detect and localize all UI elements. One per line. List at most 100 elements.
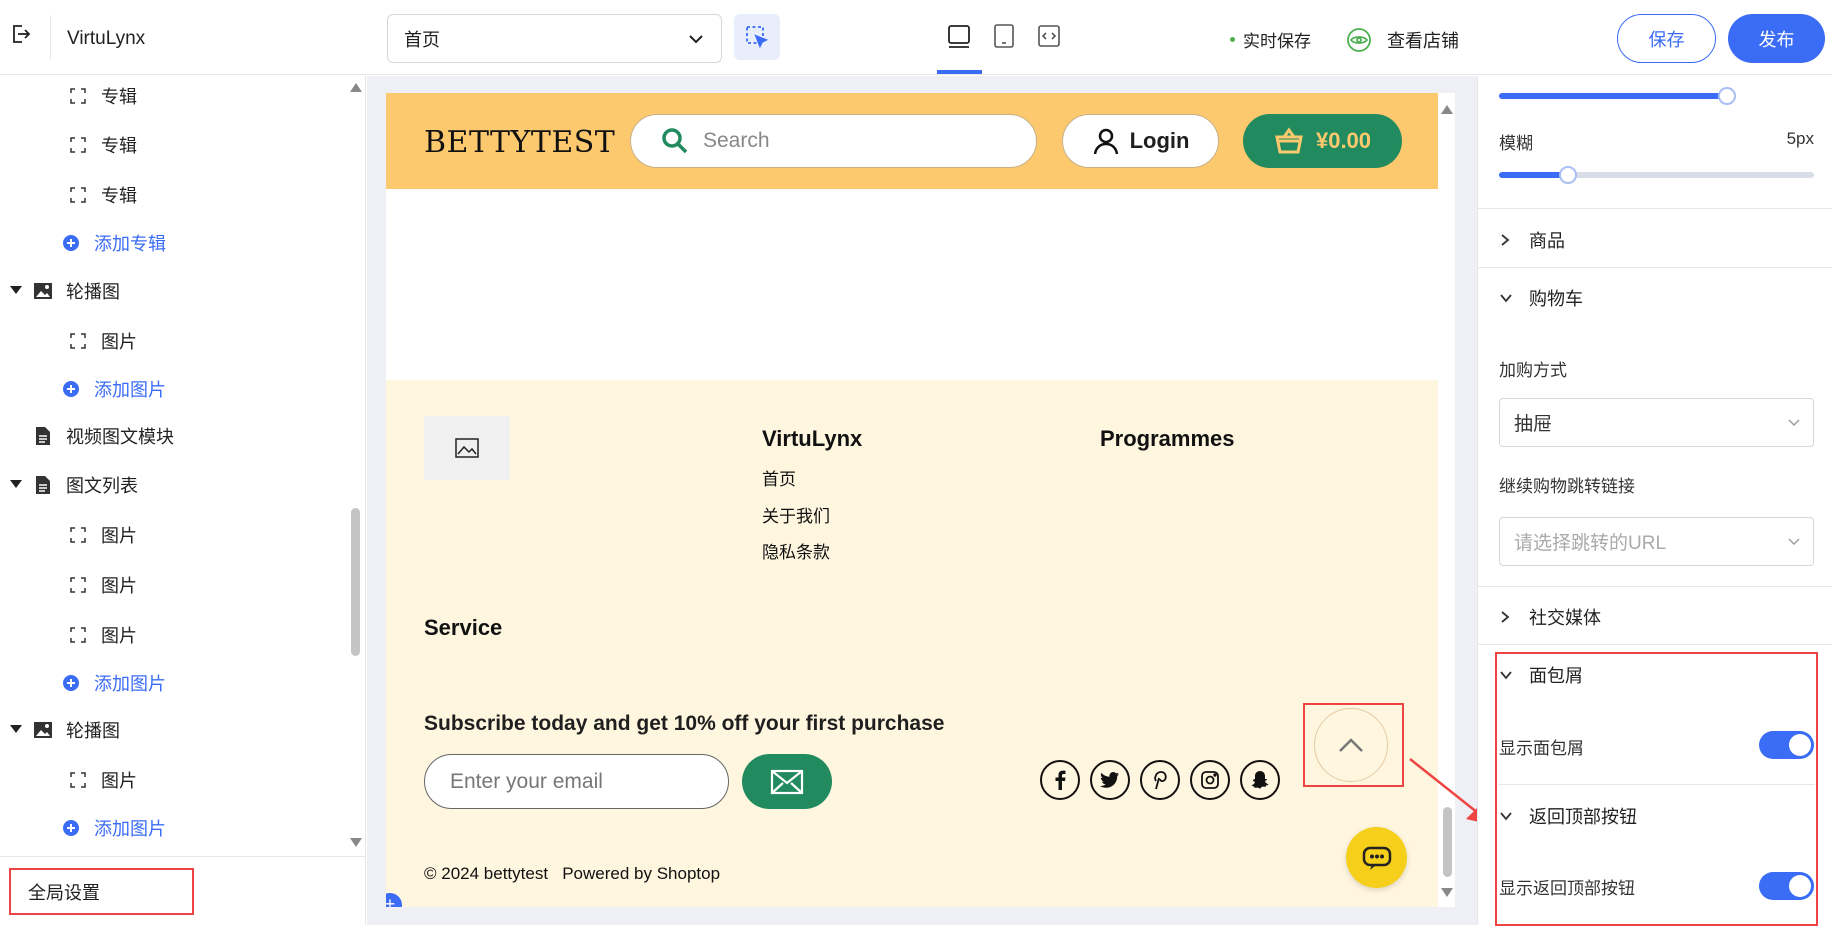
preview-scrollbar[interactable]	[1438, 93, 1455, 907]
placeholder-frame-icon	[67, 184, 89, 206]
global-settings-button[interactable]: 全局设置	[9, 868, 194, 915]
sidebar-item-carousel[interactable]: 轮播图	[10, 276, 120, 306]
placeholder-frame-icon	[67, 524, 89, 546]
view-store-link[interactable]: 查看店铺	[1345, 26, 1459, 54]
back-to-top-button[interactable]	[1314, 708, 1388, 782]
section-products[interactable]: 商品	[1499, 226, 1565, 254]
scroll-down-arrow[interactable]	[350, 838, 362, 847]
divider	[1478, 267, 1832, 268]
autosave-label: 实时保存	[1243, 32, 1311, 51]
caret-down-icon	[10, 286, 22, 294]
status-dot	[1230, 37, 1235, 42]
email-input[interactable]	[424, 754, 729, 809]
select-tool-button[interactable]	[734, 14, 780, 60]
toggle-knob	[1789, 875, 1811, 897]
continue-link-label: 继续购物跳转链接	[1499, 477, 1635, 496]
cart-button[interactable]: ¥0.00	[1243, 114, 1402, 168]
add-image-button[interactable]: 添加图片	[60, 374, 166, 404]
sidebar-item-video-module[interactable]: 视频图文模块	[32, 421, 174, 451]
sidebar-item-image[interactable]: 图片	[67, 620, 137, 650]
subscribe-button[interactable]	[742, 754, 832, 809]
sidebar-item-label: 添加图片	[94, 674, 166, 694]
page-select[interactable]: 首页	[387, 14, 722, 63]
sidebar-item-image[interactable]: 图片	[67, 326, 137, 356]
show-breadcrumb-toggle[interactable]	[1759, 731, 1814, 759]
store-search-box[interactable]	[630, 114, 1037, 168]
sidebar-item-carousel[interactable]: 轮播图	[10, 715, 120, 745]
copyright-text: © 2024 bettytest	[424, 864, 549, 883]
right-settings-panel: 模糊 5px 商品 购物车 加购方式 抽屉 继续购物跳转链接 请选择跳转的URL…	[1477, 76, 1832, 926]
instagram-icon[interactable]	[1190, 760, 1230, 800]
sidebar-item-label: 图片	[101, 332, 137, 352]
publish-button[interactable]: 发布	[1728, 14, 1825, 63]
top-slider[interactable]	[1499, 87, 1736, 105]
powered-by-text[interactable]: Powered by Shoptop	[562, 864, 720, 883]
sidebar-item-label: 图片	[101, 626, 137, 646]
blur-label: 模糊	[1499, 134, 1533, 153]
login-button[interactable]: Login	[1062, 114, 1219, 168]
add-image-button[interactable]: 添加图片	[60, 668, 166, 698]
add-image-button[interactable]: 添加图片	[60, 813, 166, 843]
footer-col-title: Programmes	[1100, 426, 1235, 451]
placeholder-frame-icon	[67, 769, 89, 791]
snapchat-icon[interactable]	[1240, 760, 1280, 800]
subscribe-title: Subscribe today and get 10% off your fir…	[424, 712, 945, 735]
scroll-up-arrow[interactable]	[350, 83, 362, 92]
sidebar-item-album[interactable]: 专辑	[67, 130, 137, 160]
store-eye-icon	[1347, 28, 1371, 52]
continue-link-select[interactable]: 请选择跳转的URL	[1499, 517, 1814, 566]
tablet-view-button[interactable]	[986, 16, 1022, 56]
slider-knob[interactable]	[1559, 166, 1578, 184]
sidebar-item-image[interactable]: 图片	[67, 765, 137, 795]
footer-link[interactable]: 隐私条款	[762, 538, 830, 563]
section-cart[interactable]: 购物车	[1499, 284, 1583, 312]
show-back-to-top-toggle[interactable]	[1759, 872, 1814, 900]
section-social-media[interactable]: 社交媒体	[1499, 603, 1601, 631]
slider-knob[interactable]	[1718, 87, 1736, 105]
sidebar-item-label: 图文列表	[66, 476, 138, 496]
caret-down-icon	[10, 725, 22, 733]
sidebar-item-image[interactable]: 图片	[67, 570, 137, 600]
divider	[1478, 644, 1832, 645]
footer-link[interactable]: 关于我们	[762, 502, 830, 527]
scroll-up-arrow[interactable]	[1441, 105, 1453, 114]
basket-icon	[1275, 127, 1303, 154]
code-view-button[interactable]	[1031, 16, 1067, 56]
sidebar-item-album[interactable]: 专辑	[67, 81, 137, 111]
chevron-down-icon	[1499, 669, 1519, 681]
footer-link[interactable]: 首页	[762, 465, 796, 490]
continue-link-placeholder: 请选择跳转的URL	[1514, 533, 1667, 554]
scroll-down-arrow[interactable]	[1441, 888, 1453, 897]
scrollbar-thumb[interactable]	[351, 508, 360, 656]
section-back-to-top[interactable]: 返回顶部按钮	[1499, 802, 1637, 830]
sidebar-item-image[interactable]: 图片	[67, 520, 137, 550]
store-header: BETTYTEST Login ¥0.00	[386, 93, 1438, 189]
sidebar-item-label: 视频图文模块	[66, 427, 174, 447]
chat-button[interactable]	[1346, 827, 1407, 888]
scrollbar-thumb[interactable]	[1443, 807, 1452, 877]
pinterest-icon[interactable]	[1140, 760, 1180, 800]
page-select-value: 首页	[404, 29, 440, 50]
facebook-icon[interactable]	[1040, 760, 1080, 800]
divider	[1478, 586, 1832, 587]
twitter-icon[interactable]	[1090, 760, 1130, 800]
sidebar-item-label: 专辑	[101, 186, 137, 206]
footer-col-title: VirtuLynx	[762, 426, 863, 451]
add-album-button[interactable]: 添加专辑	[60, 228, 166, 258]
save-button[interactable]: 保存	[1617, 14, 1716, 63]
exit-icon[interactable]	[6, 20, 34, 48]
footer-image-placeholder[interactable]	[424, 416, 510, 480]
store-logo[interactable]: BETTYTEST	[424, 125, 615, 160]
section-label: 购物车	[1529, 289, 1583, 309]
desktop-view-button[interactable]	[941, 16, 977, 56]
sidebar-item-image-text-list[interactable]: 图文列表	[10, 470, 138, 500]
add-method-select[interactable]: 抽屉	[1499, 398, 1814, 447]
sidebar-item-label: 添加图片	[94, 380, 166, 400]
store-search-input[interactable]	[703, 129, 1003, 153]
section-breadcrumb[interactable]: 面包屑	[1499, 661, 1583, 689]
chevron-right-icon	[1499, 233, 1519, 247]
add-method-label: 加购方式	[1499, 361, 1567, 380]
sidebar-item-label: 图片	[101, 576, 137, 596]
blur-slider[interactable]	[1499, 166, 1814, 184]
sidebar-item-album[interactable]: 专辑	[67, 180, 137, 210]
